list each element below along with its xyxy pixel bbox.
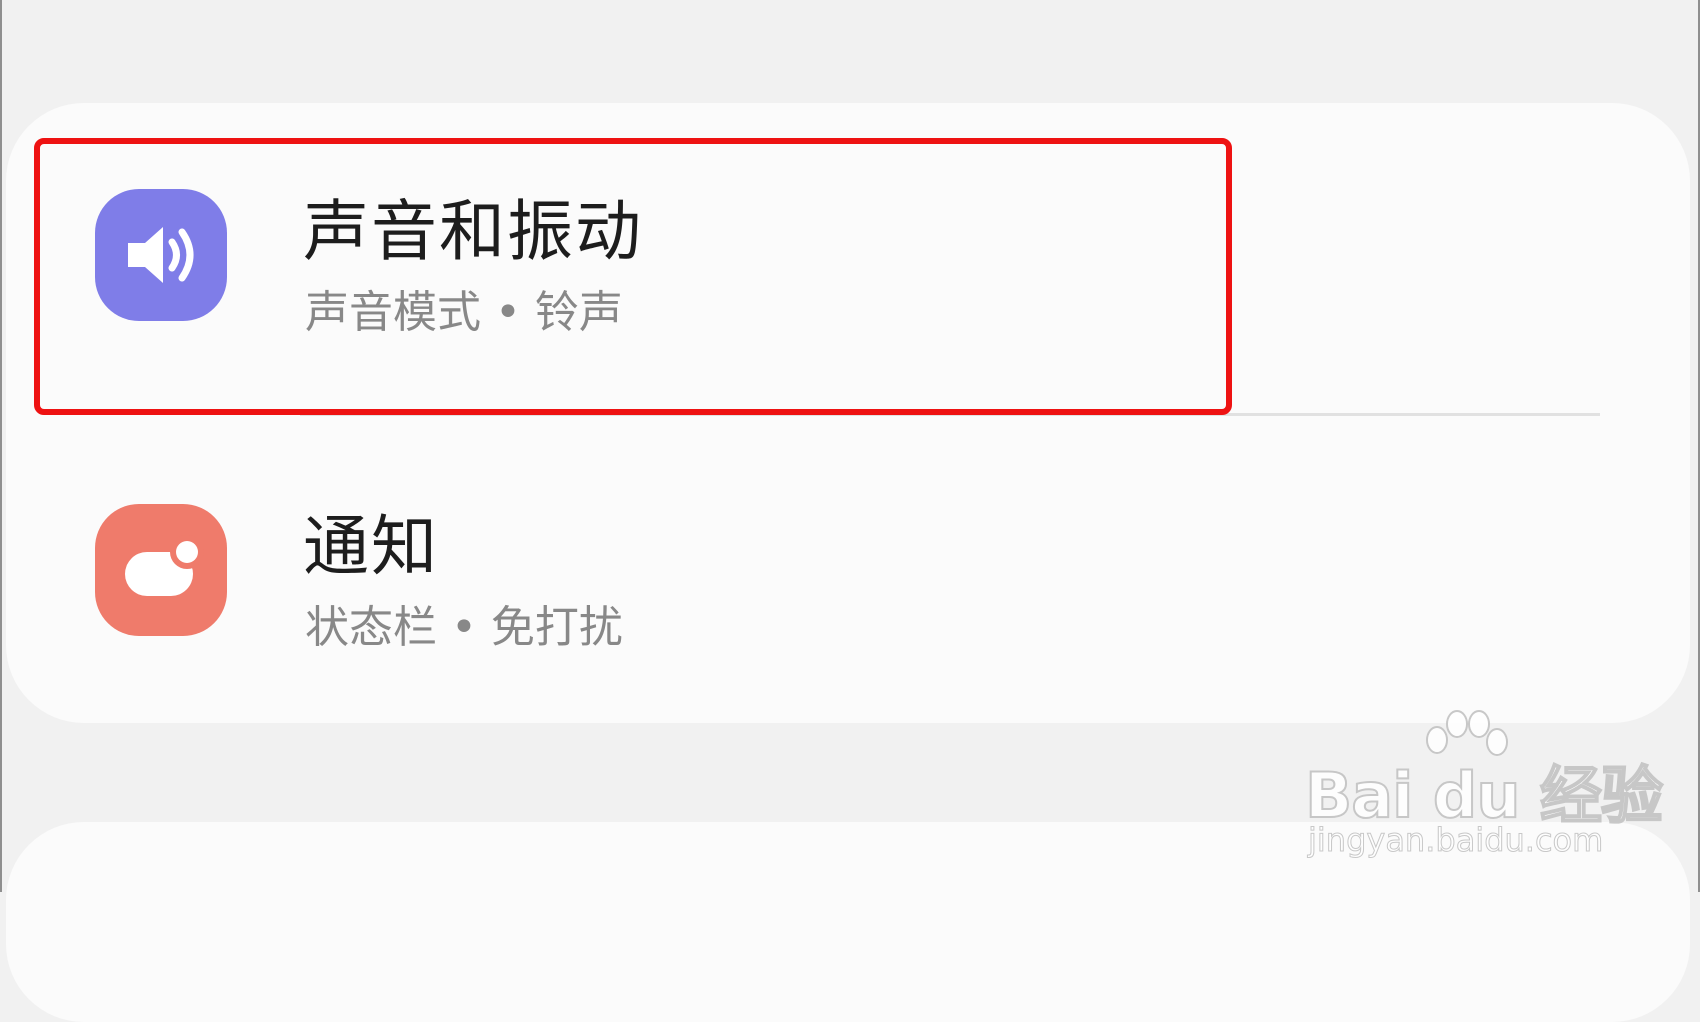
notifications-subtitle: 状态栏 • 免打扰 <box>305 602 623 653</box>
red-highlight-box <box>34 138 1232 415</box>
settings-item-notifications[interactable]: 通知 状态栏 • 免打扰 <box>40 455 1600 725</box>
notification-icon <box>95 504 227 636</box>
baidu-jingyan-watermark: Bai du 经验 jingyan.baidu.com <box>1304 710 1664 860</box>
watermark-url: jingyan.baidu.com <box>1307 821 1604 860</box>
frame-left-border <box>0 0 2 892</box>
notifications-title: 通知 <box>303 508 439 585</box>
